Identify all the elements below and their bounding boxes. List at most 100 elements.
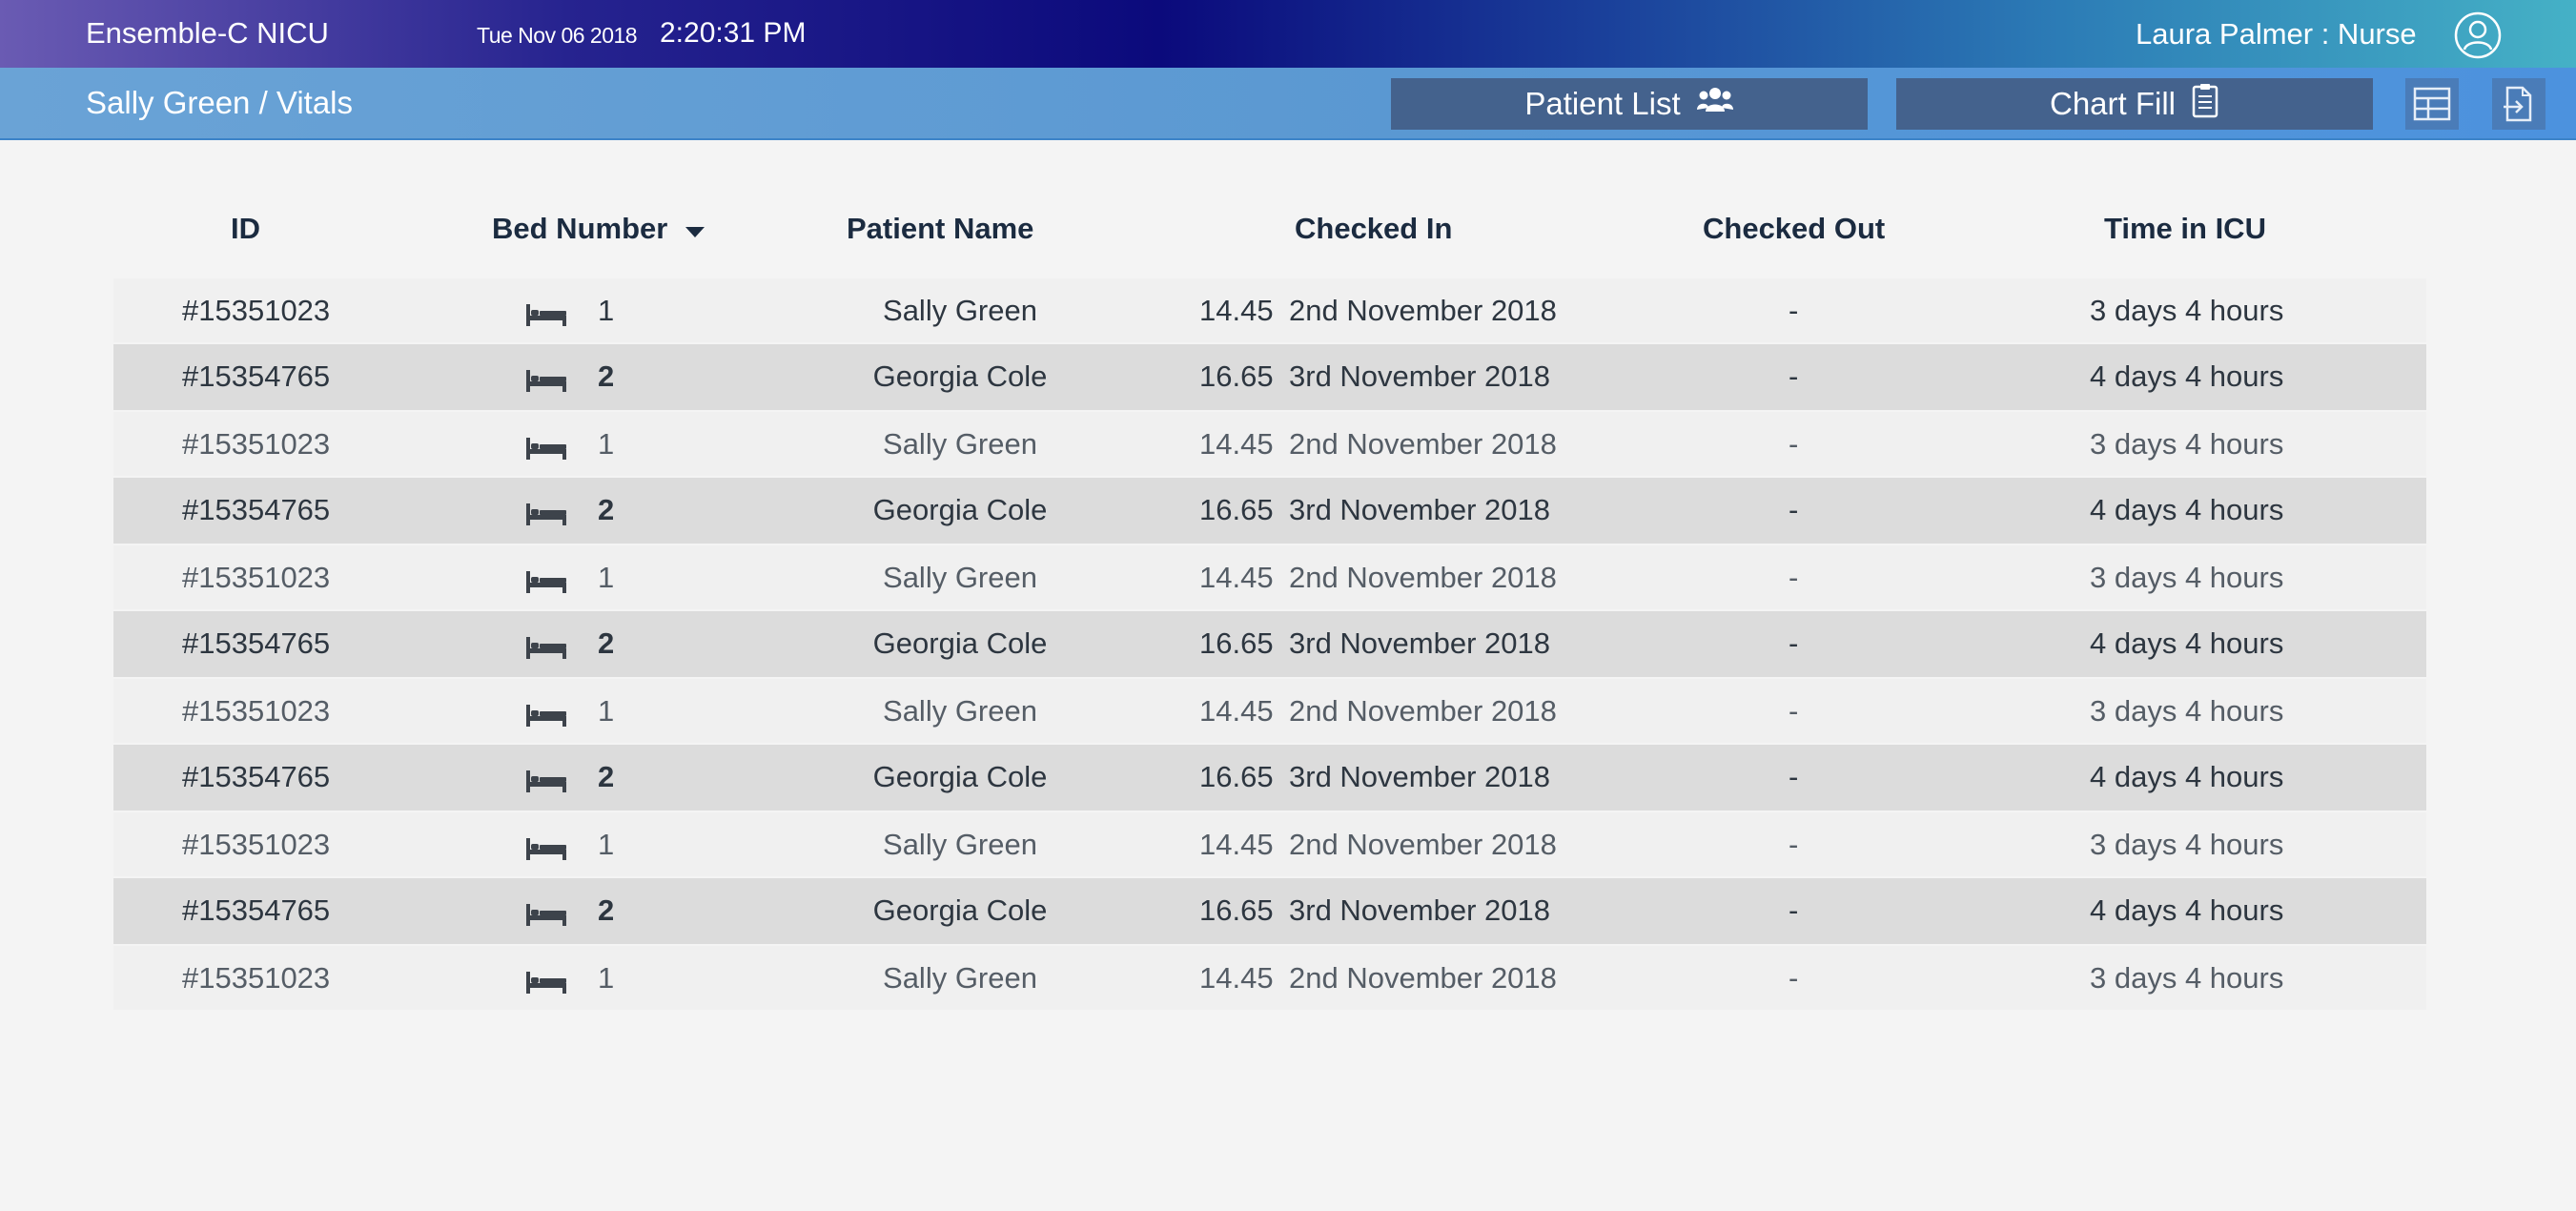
table-row[interactable]: #15354765 2 Georgia Cole 16.65 3rd November … <box>113 611 2426 677</box>
patient-name: Georgia Cole <box>872 760 1048 793</box>
app-title: Ensemble-C NICU <box>86 16 329 50</box>
checked-out: - <box>1789 760 1799 793</box>
patient-name: Sally Green <box>883 294 1037 327</box>
patient-id: #15351023 <box>182 561 331 594</box>
bed-icon <box>525 767 567 792</box>
patient-name: Georgia Cole <box>872 359 1048 393</box>
bed-icon <box>525 968 567 994</box>
checked-in-date: 2nd November 2018 <box>1289 694 1557 728</box>
time-in-icu: 3 days 4 hours <box>2090 427 2284 461</box>
table-row[interactable]: #15351023 1 Sally Green 14.45 2nd November 2… <box>113 679 2426 743</box>
patient-id: #15354765 <box>182 760 331 793</box>
bed-number: 2 <box>598 760 615 793</box>
checked-in-date: 3rd November 2018 <box>1289 493 1550 526</box>
checked-in-time: 14.45 <box>1199 694 1274 728</box>
checked-out: - <box>1789 493 1799 526</box>
sort-down-icon[interactable] <box>685 212 705 246</box>
checked-in-time: 16.65 <box>1199 893 1274 927</box>
patient-list-button[interactable]: Patient List <box>1391 78 1868 130</box>
bed-icon <box>525 434 567 460</box>
column-header-time-in-icu[interactable]: Time in ICU <box>2104 212 2266 246</box>
checked-out: - <box>1789 828 1799 861</box>
table-body: #15351023 1 Sally Green 14.45 2nd November 2… <box>113 278 2426 1010</box>
breadcrumb: Sally Green / Vitals <box>86 85 354 120</box>
table-row[interactable]: #15354765 2 Georgia Cole 16.65 3rd November … <box>113 878 2426 944</box>
table-row[interactable]: #15354765 2 Georgia Cole 16.65 3rd November … <box>113 745 2426 811</box>
patient-id: #15354765 <box>182 893 331 927</box>
checked-out: - <box>1789 359 1799 393</box>
export-document-icon[interactable] <box>2492 78 2545 130</box>
table-row[interactable]: #15354765 2 Georgia Cole 16.65 3rd November … <box>113 478 2426 544</box>
checked-in-date: 2nd November 2018 <box>1289 561 1557 594</box>
column-header-checked-in[interactable]: Checked In <box>1295 212 1452 246</box>
checked-in-date: 3rd November 2018 <box>1289 893 1550 927</box>
chart-fill-button[interactable]: Chart Fill <box>1896 78 2373 130</box>
checked-in-time: 16.65 <box>1199 626 1274 660</box>
checked-in-time: 16.65 <box>1199 760 1274 793</box>
bed-icon <box>525 900 567 926</box>
bed-icon <box>525 500 567 525</box>
patient-id: #15351023 <box>182 961 331 995</box>
column-header-id[interactable]: ID <box>231 212 260 246</box>
user-circle-icon[interactable] <box>2454 11 2502 59</box>
bed-icon <box>525 834 567 860</box>
checked-in-time: 14.45 <box>1199 828 1274 861</box>
user-name: Laura Palmer : Nurse <box>2136 17 2417 51</box>
top-bar: Ensemble-C NICU Tue Nov 06 2018 2:20:31 … <box>0 0 2576 68</box>
table-row[interactable]: #15351023 1 Sally Green 14.45 2nd November 2… <box>113 545 2426 609</box>
checked-in-date: 2nd November 2018 <box>1289 294 1557 327</box>
chart-fill-label: Chart Fill <box>2049 86 2177 121</box>
time-in-icu: 4 days 4 hours <box>2090 893 2284 927</box>
bed-number: 2 <box>598 359 615 393</box>
checked-out: - <box>1789 961 1799 995</box>
bed-number: 1 <box>598 961 615 995</box>
patient-id: #15351023 <box>182 294 331 327</box>
patient-list-label: Patient List <box>1524 86 1681 121</box>
patient-id: #15351023 <box>182 828 331 861</box>
checked-out: - <box>1789 626 1799 660</box>
bed-number: 2 <box>598 626 615 660</box>
patient-name: Georgia Cole <box>872 893 1048 927</box>
bed-number: 1 <box>598 294 615 327</box>
patient-name: Sally Green <box>883 427 1037 461</box>
bed-number: 2 <box>598 893 615 927</box>
time-in-icu: 4 days 4 hours <box>2090 359 2284 393</box>
checked-in-date: 2nd November 2018 <box>1289 427 1557 461</box>
table-row[interactable]: #15351023 1 Sally Green 14.45 2nd November 2… <box>113 278 2426 342</box>
checked-out: - <box>1789 893 1799 927</box>
bed-number: 1 <box>598 694 615 728</box>
table-header: ID Bed Number Patient Name Checked In Ch… <box>113 185 2426 278</box>
checked-in-time: 14.45 <box>1199 294 1274 327</box>
checked-out: - <box>1789 427 1799 461</box>
bed-number: 1 <box>598 561 615 594</box>
bed-icon <box>525 567 567 593</box>
checked-in-time: 14.45 <box>1199 427 1274 461</box>
column-header-bed-number[interactable]: Bed Number <box>492 212 705 246</box>
time-in-icu: 3 days 4 hours <box>2090 828 2284 861</box>
checked-out: - <box>1789 561 1799 594</box>
column-header-checked-out[interactable]: Checked Out <box>1703 212 1885 246</box>
patient-id: #15351023 <box>182 694 331 728</box>
checked-in-time: 14.45 <box>1199 561 1274 594</box>
table-layout-icon[interactable] <box>2405 78 2459 130</box>
time-in-icu: 3 days 4 hours <box>2090 961 2284 995</box>
column-header-patient-name[interactable]: Patient Name <box>847 212 1033 246</box>
bed-number: 1 <box>598 828 615 861</box>
patient-name: Georgia Cole <box>872 626 1048 660</box>
users-icon <box>1696 85 1734 123</box>
table-row[interactable]: #15351023 1 Sally Green 14.45 2nd November 2… <box>113 946 2426 1010</box>
table-row[interactable]: #15354765 2 Georgia Cole 16.65 3rd November … <box>113 344 2426 410</box>
table-row[interactable]: #15351023 1 Sally Green 14.45 2nd November 2… <box>113 412 2426 476</box>
sub-header: Sally Green / Vitals Patient List Chart … <box>0 68 2576 140</box>
table-row[interactable]: #15351023 1 Sally Green 14.45 2nd November 2… <box>113 812 2426 876</box>
patient-name: Georgia Cole <box>872 493 1048 526</box>
patient-id: #15354765 <box>182 359 331 393</box>
patient-name: Sally Green <box>883 561 1037 594</box>
time-in-icu: 3 days 4 hours <box>2090 694 2284 728</box>
checked-in-date: 3rd November 2018 <box>1289 626 1550 660</box>
clipboard-icon <box>2191 82 2219 126</box>
checked-in-time: 14.45 <box>1199 961 1274 995</box>
bed-icon <box>525 701 567 727</box>
patient-id: #15351023 <box>182 427 331 461</box>
current-date: Tue Nov 06 2018 <box>477 23 638 48</box>
